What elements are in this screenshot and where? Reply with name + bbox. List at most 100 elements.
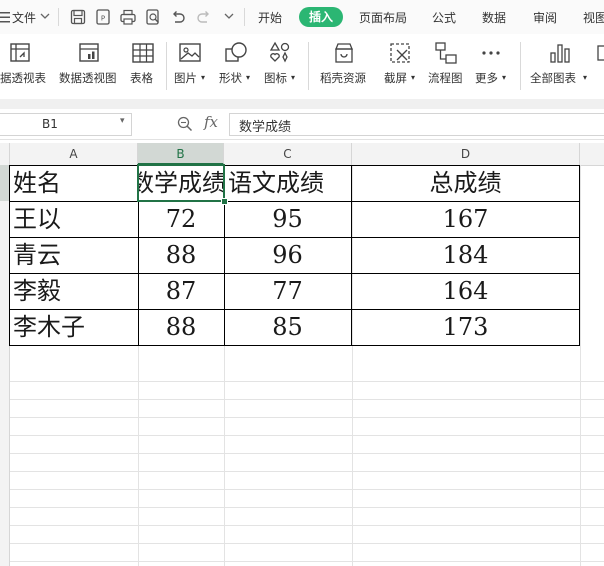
cell-c1[interactable]: 语文成绩 [224, 165, 351, 201]
dropdown-arrow-icon: ▾ [583, 73, 588, 82]
docer-resource-icon [335, 43, 353, 63]
table-label: 表格 [130, 71, 153, 85]
docer-resource-button[interactable]: 稻壳资源 [316, 34, 372, 98]
cell-c5[interactable]: 85 [224, 309, 351, 345]
active-cell-selection [137, 164, 225, 202]
cell-d3[interactable]: 184 [351, 237, 580, 273]
partial-icon [597, 45, 604, 61]
pivot-table-button[interactable]: 据透视表 [0, 34, 54, 98]
file-menu[interactable]: 文件 [12, 9, 36, 26]
flowchart-label: 流程图 [428, 71, 463, 85]
zoom-search-icon[interactable] [176, 115, 194, 133]
shape-button[interactable]: 形状 ▾ [216, 34, 256, 98]
column-header-c[interactable]: C [224, 143, 352, 165]
flowchart-icon [435, 42, 457, 64]
ribbon-toolbar: 据透视表 数据透视图 表格 图片 ▾ 形状 ▾ 图标 ▾ 稻壳资源 截屏 ▾ 流… [0, 34, 604, 98]
picture-icon [179, 43, 201, 62]
table-button[interactable]: 表格 [126, 34, 160, 98]
save-icon[interactable] [69, 8, 87, 26]
tab-view[interactable]: 视图 [583, 9, 604, 26]
dropdown-arrow-icon: ▾ [291, 73, 296, 82]
print-icon[interactable] [119, 8, 137, 26]
pivot-chart-icon [79, 43, 99, 62]
icon-library-label: 图标 [264, 71, 287, 85]
cell-b5[interactable]: 88 [138, 309, 224, 345]
separator [308, 42, 309, 90]
cell-d1[interactable]: 总成绩 [351, 165, 580, 201]
tab-page-layout[interactable]: 页面布局 [359, 9, 407, 26]
column-header-d[interactable]: D [352, 143, 580, 165]
column-header-b[interactable]: B [138, 143, 224, 165]
dropdown-arrow-icon: ▾ [246, 73, 251, 82]
flowchart-button[interactable]: 流程图 [424, 34, 468, 98]
menu-bar: 文件 P 开始 插入 页面布局 公式 数据 审阅 视图 [0, 0, 604, 34]
tab-data[interactable]: 数据 [482, 9, 506, 26]
chevron-down-icon[interactable] [38, 9, 52, 23]
pivot-chart-label: 数据透视图 [59, 71, 117, 85]
shape-icon [225, 42, 247, 62]
tab-formulas[interactable]: 公式 [432, 9, 456, 26]
chevron-down-icon[interactable]: ▾ [120, 116, 125, 126]
pivot-table-icon [10, 43, 30, 62]
column-header-e[interactable] [580, 143, 604, 165]
all-charts-icon [550, 44, 570, 63]
table-icon [132, 43, 154, 63]
svg-text:P: P [101, 15, 105, 23]
cell-d2[interactable]: 167 [351, 201, 580, 237]
tab-home[interactable]: 开始 [258, 9, 282, 26]
formula-input[interactable]: 数学成绩 [229, 113, 604, 136]
shape-label: 形状 [219, 71, 242, 85]
formula-content: 数学成绩 [239, 120, 292, 135]
icon-library-icon [269, 41, 290, 63]
screenshot-icon [390, 43, 410, 63]
cell-b4[interactable]: 87 [138, 273, 224, 309]
pivot-table-label: 据透视表 [0, 71, 46, 85]
dropdown-arrow-icon: ▾ [201, 73, 206, 82]
cell-c2[interactable]: 95 [224, 201, 351, 237]
data-table: 姓名 数学成绩 语文成绩 总成绩 王以 72 95 167 青云 88 96 1… [9, 164, 580, 346]
fill-handle[interactable] [221, 198, 228, 205]
name-box[interactable]: B1 ▾ [0, 113, 132, 136]
ribbon-divider [0, 99, 604, 109]
picture-label: 图片 [174, 71, 197, 85]
export-pdf-icon[interactable]: P [94, 8, 112, 26]
cell-d5[interactable]: 173 [351, 309, 580, 345]
picture-button[interactable]: 图片 ▾ [172, 34, 212, 98]
icon-library-button[interactable]: 图标 ▾ [260, 34, 300, 98]
cell-c4[interactable]: 77 [224, 273, 351, 309]
column-header-row: A B C D [0, 143, 604, 166]
redo-icon[interactable] [195, 8, 213, 26]
cell-a1[interactable]: 姓名 [9, 165, 138, 201]
separator [58, 8, 59, 26]
cell-a2[interactable]: 王以 [9, 201, 138, 237]
dropdown-arrow-icon: ▾ [411, 73, 416, 82]
more-icon [482, 51, 500, 55]
cell-b3[interactable]: 88 [138, 237, 224, 273]
pivot-chart-button[interactable]: 数据透视图 [58, 34, 122, 98]
cell-a5[interactable]: 李木子 [9, 309, 138, 345]
screenshot-button[interactable]: 截屏 ▾ [380, 34, 420, 98]
formula-bar: B1 ▾ fx 数学成绩 [0, 109, 604, 140]
dropdown-arrow-icon: ▾ [502, 73, 507, 82]
more-label: 更多 [475, 71, 498, 85]
cell-c3[interactable]: 96 [224, 237, 351, 273]
column-header-a[interactable]: A [10, 143, 138, 165]
more-button[interactable]: 更多 ▾ [472, 34, 512, 98]
all-charts-button[interactable]: 全部图表 ▾ [528, 34, 592, 98]
undo-icon[interactable] [169, 8, 187, 26]
print-preview-icon[interactable] [144, 8, 162, 26]
tab-insert[interactable]: 插入 [299, 7, 343, 27]
name-box-value: B1 [42, 117, 58, 131]
cell-b2[interactable]: 72 [138, 201, 224, 237]
separator [244, 8, 245, 26]
docer-resource-label: 稻壳资源 [320, 71, 366, 85]
fx-function-icon[interactable]: fx [204, 113, 218, 131]
customize-toolbar-chevron-icon[interactable] [222, 9, 236, 23]
tab-review[interactable]: 审阅 [533, 9, 557, 26]
separator [166, 42, 167, 90]
cell-d4[interactable]: 164 [351, 273, 580, 309]
select-all-corner[interactable] [0, 143, 10, 165]
separator [520, 42, 521, 90]
cell-a3[interactable]: 青云 [9, 237, 138, 273]
cell-a4[interactable]: 李毅 [9, 273, 138, 309]
